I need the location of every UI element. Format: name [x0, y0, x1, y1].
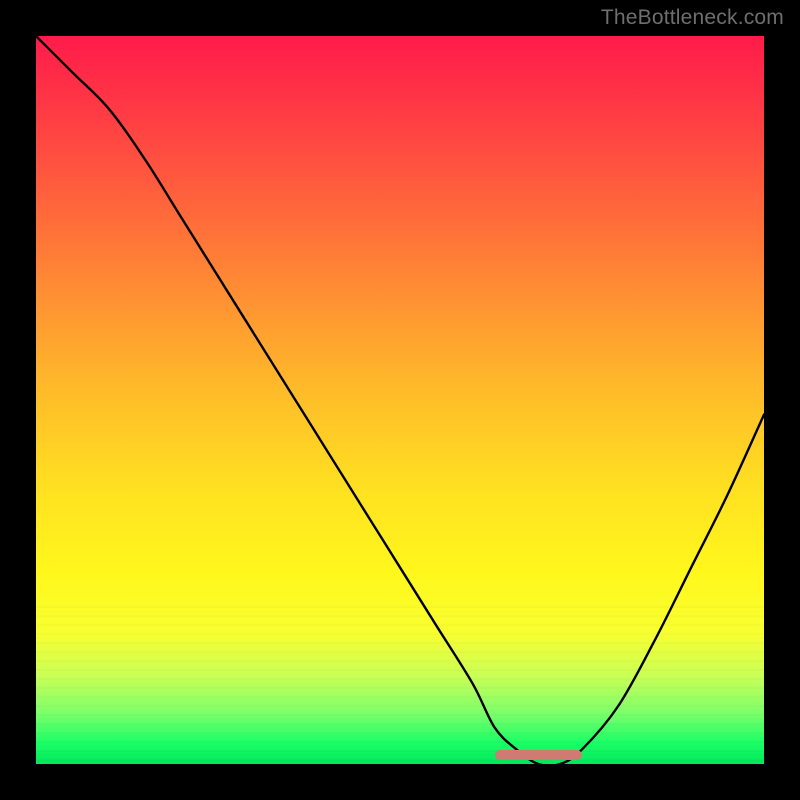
watermark-text: TheBottleneck.com — [601, 6, 784, 30]
curve-svg — [36, 36, 764, 764]
plot-area — [36, 36, 764, 764]
bottleneck-curve-path — [36, 36, 764, 764]
trough-marker — [495, 750, 582, 760]
chart-frame: TheBottleneck.com — [0, 0, 800, 800]
